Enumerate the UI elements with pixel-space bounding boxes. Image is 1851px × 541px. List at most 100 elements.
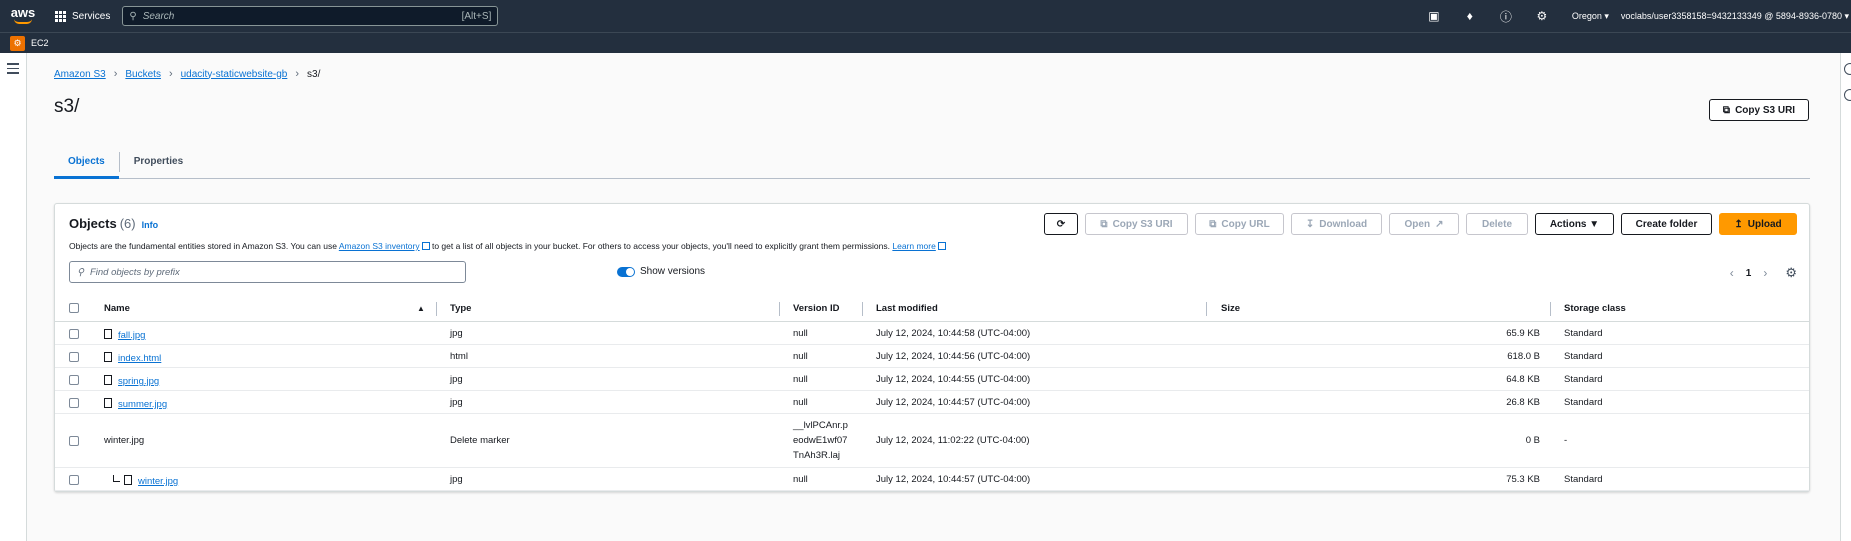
breadcrumb-amazon-s3[interactable]: Amazon S3 <box>54 69 106 80</box>
chevron-right-icon: › <box>295 68 300 80</box>
refresh-button[interactable]: ⟳ <box>1044 213 1078 235</box>
ec2-icon: ⚙ <box>10 35 25 51</box>
row-checkbox[interactable] <box>69 398 79 408</box>
chevron-right-icon: › <box>113 68 118 80</box>
gear-icon[interactable]: ⚙ <box>1524 9 1560 23</box>
object-name: winter.jpg <box>104 435 145 446</box>
object-modified: July 12, 2024, 11:02:22 (UTC-04:00) <box>876 435 1030 446</box>
column-last-modified[interactable]: Last modified <box>876 303 938 314</box>
upload-button[interactable]: ↥ Upload <box>1719 213 1797 235</box>
object-link[interactable]: winter.jpg <box>138 476 178 487</box>
copy-s3-uri-button[interactable]: ⧉ Copy S3 URI <box>1709 99 1809 121</box>
object-version: null <box>793 397 808 408</box>
row-checkbox[interactable] <box>69 436 79 446</box>
row-checkbox[interactable] <box>69 352 79 362</box>
favorites-bar: ⚙ EC2 <box>0 32 1851 53</box>
show-versions-toggle[interactable]: Show versions <box>617 266 705 277</box>
column-type[interactable]: Type <box>450 303 471 314</box>
copy-url-button[interactable]: ⧉ Copy URL <box>1195 213 1284 235</box>
copy-icon: ⧉ <box>1100 218 1108 230</box>
column-version-id[interactable]: Version ID <box>793 303 839 314</box>
chevron-right-icon[interactable]: › <box>1763 266 1767 280</box>
table-row: summer.jpg jpg null July 12, 2024, 10:44… <box>55 391 1809 414</box>
select-all-checkbox[interactable] <box>69 303 79 313</box>
account-menu[interactable]: voclabs/user3358158=9432133349 @ 5894-89… <box>1621 11 1849 22</box>
delete-button[interactable]: Delete <box>1466 213 1528 235</box>
page-number[interactable]: 1 <box>1746 268 1752 279</box>
breadcrumb-current: s3/ <box>307 68 321 80</box>
search-shortcut: [Alt+S] <box>461 10 492 22</box>
open-button[interactable]: Open ↗ <box>1389 213 1459 235</box>
top-navigation: aws Services ⚲ Search [Alt+S] ▣ ♦ ⓘ ⚙ Or… <box>0 0 1851 32</box>
object-storage-class: Standard <box>1564 474 1603 485</box>
object-size: 64.8 KB <box>1506 374 1540 385</box>
help-icon[interactable]: ⓘ <box>1488 8 1524 25</box>
object-link[interactable]: summer.jpg <box>118 399 167 410</box>
objects-count: (6) <box>119 216 136 231</box>
upload-icon: ↥ <box>1734 218 1743 230</box>
table-row: winter.jpg jpg null July 12, 2024, 10:44… <box>55 468 1809 491</box>
show-versions-label: Show versions <box>640 266 706 277</box>
services-menu[interactable]: Services <box>55 10 111 22</box>
copy-icon: ⧉ <box>1722 104 1731 116</box>
object-link[interactable]: index.html <box>118 353 161 364</box>
toggle-switch[interactable] <box>617 266 635 277</box>
row-checkbox[interactable] <box>69 329 79 339</box>
object-type: jpg <box>450 374 463 385</box>
search-input[interactable]: ⚲ Search [Alt+S] <box>122 6 499 26</box>
copy-icon: ⧉ <box>1209 218 1217 230</box>
info-panel-icon[interactable] <box>1844 63 1851 75</box>
learn-more-link[interactable]: Learn more <box>892 241 935 251</box>
cloudshell-icon[interactable]: ▣ <box>1416 9 1452 23</box>
sort-ascending-icon[interactable]: ▲ <box>417 304 425 313</box>
help-panel-icon[interactable] <box>1844 89 1851 101</box>
object-modified: July 12, 2024, 10:44:56 (UTC-04:00) <box>876 351 1031 362</box>
ec2-shortcut[interactable]: EC2 <box>31 38 49 48</box>
column-name[interactable]: Name <box>104 303 130 314</box>
external-link-icon <box>937 242 946 250</box>
file-icon <box>104 352 112 362</box>
services-label: Services <box>72 10 111 22</box>
object-size: 26.8 KB <box>1506 397 1540 408</box>
aws-logo[interactable]: aws <box>3 6 43 24</box>
table-row: fall.jpg jpg null July 12, 2024, 10:44:5… <box>55 322 1809 345</box>
bell-icon[interactable]: ♦ <box>1452 9 1488 23</box>
tab-properties[interactable]: Properties <box>120 145 197 179</box>
table-header: Name ▲ Type Version ID Last modified Siz… <box>55 296 1809 322</box>
find-objects-input[interactable]: ⚲ Find objects by prefix <box>69 261 466 283</box>
table-row: winter.jpg Delete marker __lvlPCAnr.peod… <box>55 414 1809 468</box>
object-link[interactable]: spring.jpg <box>118 376 159 387</box>
hamburger-menu-icon[interactable] <box>7 63 19 77</box>
external-link-icon: ↗ <box>1435 218 1444 230</box>
search-icon: ⚲ <box>77 266 84 278</box>
s3-inventory-link[interactable]: Amazon S3 inventory <box>339 241 420 251</box>
breadcrumb-buckets[interactable]: Buckets <box>125 69 161 80</box>
column-size[interactable]: Size <box>1221 303 1240 314</box>
object-type: Delete marker <box>450 435 510 446</box>
object-size: 65.9 KB <box>1506 328 1540 339</box>
tab-objects[interactable]: Objects <box>54 145 119 179</box>
row-checkbox[interactable] <box>69 475 79 485</box>
breadcrumb: Amazon S3 › Buckets › udacity-staticwebs… <box>54 68 320 80</box>
pagination: ‹ 1 › ⚙ <box>1730 265 1797 281</box>
objects-description: Objects are the fundamental entities sto… <box>69 241 946 251</box>
download-button[interactable]: ↧ Download <box>1291 213 1382 235</box>
object-link[interactable]: fall.jpg <box>118 330 145 341</box>
object-size: 618.0 B <box>1507 351 1540 362</box>
chevron-left-icon[interactable]: ‹ <box>1730 266 1734 280</box>
create-folder-button[interactable]: Create folder <box>1621 213 1712 235</box>
object-storage-class: Standard <box>1564 374 1603 385</box>
object-size: 0 B <box>1525 435 1540 446</box>
row-checkbox[interactable] <box>69 375 79 385</box>
object-modified: July 12, 2024, 10:44:58 (UTC-04:00) <box>876 328 1031 339</box>
column-storage-class[interactable]: Storage class <box>1564 303 1626 314</box>
object-storage-class: Standard <box>1564 328 1603 339</box>
file-icon <box>104 375 112 385</box>
settings-gear-icon[interactable]: ⚙ <box>1785 265 1797 281</box>
actions-dropdown[interactable]: Actions ▼ <box>1535 213 1614 235</box>
info-link[interactable]: Info <box>142 220 159 230</box>
region-selector[interactable]: Oregon ▾ <box>1572 11 1609 22</box>
tabs: Objects Properties <box>54 145 1810 179</box>
copy-s3-uri-toolbar-button[interactable]: ⧉ Copy S3 URI <box>1085 213 1188 235</box>
breadcrumb-bucket[interactable]: udacity-staticwebsite-gb <box>181 69 288 80</box>
